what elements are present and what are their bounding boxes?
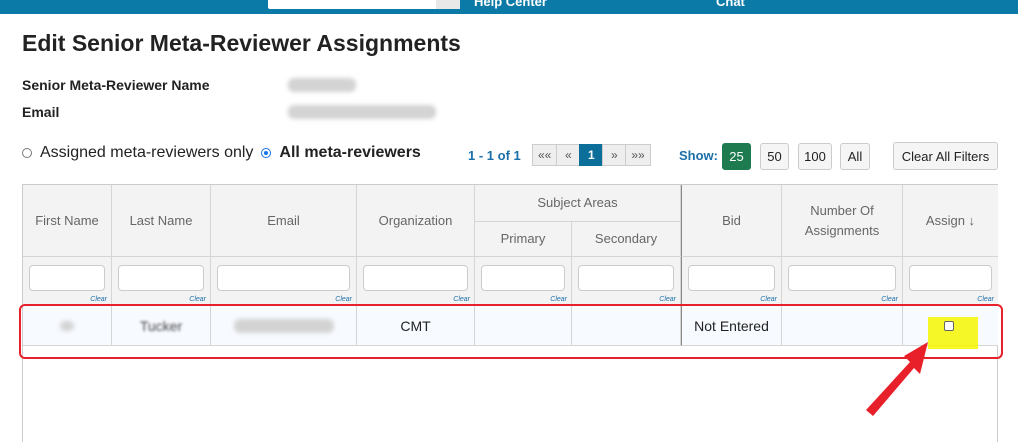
annotation-arrow-icon: [866, 342, 928, 416]
